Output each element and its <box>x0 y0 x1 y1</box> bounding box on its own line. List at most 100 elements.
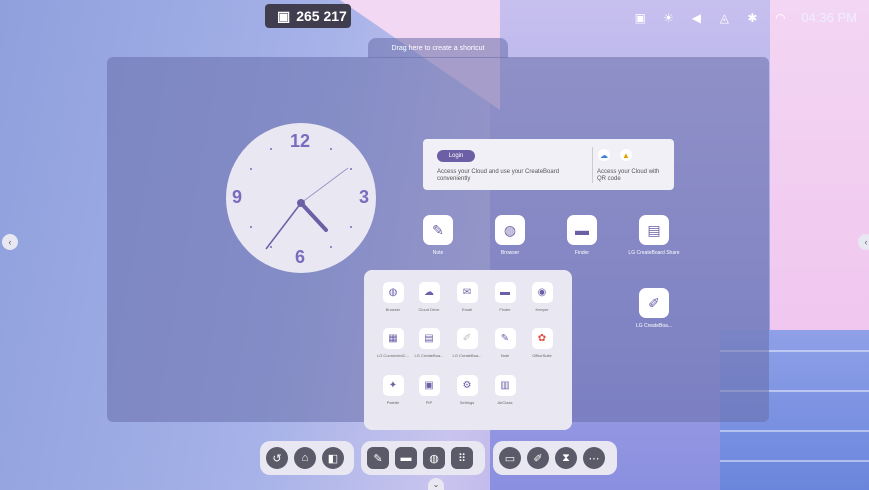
note-icon[interactable]: ✎ <box>367 447 389 469</box>
desktop-app-browser[interactable]: ◍ Browser <box>480 215 540 256</box>
shortcut-drop-zone[interactable]: Drag here to create a shortcut <box>368 38 508 58</box>
drawer-app[interactable]: ▥ AirClass <box>486 375 524 405</box>
app-label: LG CreateBoa... <box>414 353 444 358</box>
chevron-down-icon: ⌄ <box>432 479 440 489</box>
app-drawer: ◍ Browser ☁ Cloud Drive ✉ Email ▬ Finder ◉ Ke… <box>364 270 572 430</box>
apps-grid-icon[interactable]: ⠿ <box>451 447 473 469</box>
home-icon[interactable]: ⌂ <box>294 447 316 469</box>
clock-time: 04:36 PM <box>801 10 857 25</box>
wifi-icon[interactable]: ◠ <box>773 11 787 25</box>
clock-hands <box>265 167 349 250</box>
cloud-description: Access your Cloud and use your CreateBoa… <box>437 169 560 182</box>
dock-apps: ✎ ▬ ◍ ⠿ <box>361 441 485 475</box>
app-label: Note <box>432 250 444 256</box>
google-drive-icon[interactable]: ▲ <box>620 149 632 161</box>
counter-badge[interactable]: ▣ 265 217 <box>265 4 351 28</box>
brightness-icon[interactable]: ☀ <box>661 11 675 25</box>
counter-value: 265 217 <box>296 8 347 24</box>
dock-toggle[interactable]: ⌄ <box>428 478 444 490</box>
dock-tools: ▭ ✐ ⧗ ⋯ <box>493 441 617 475</box>
app-label: AirClass <box>497 400 513 405</box>
share-icon: ▤ <box>639 215 669 245</box>
note-icon: ✎ <box>423 215 453 245</box>
login-button[interactable]: Login <box>437 150 475 162</box>
app-label: Palette <box>386 400 400 405</box>
desktop-app-note[interactable]: ✎ Note <box>408 215 468 256</box>
app-label: Browser <box>385 307 401 312</box>
onedrive-icon[interactable]: ☁ <box>598 149 610 161</box>
dock-navigation: ↺ ⌂ ◧ <box>260 441 354 475</box>
finder-icon[interactable]: ▬ <box>395 447 417 469</box>
drawer-app[interactable]: ☁ Cloud Drive <box>410 282 448 312</box>
app-label: PIP <box>425 400 433 405</box>
desktop-app-share[interactable]: ▤ LG CreateBoard Share <box>624 215 684 256</box>
app-label: Cloud Drive <box>418 307 440 312</box>
desktop-app-createboard[interactable]: ✐ LG CreateBoa... <box>624 288 684 329</box>
drawer-app[interactable]: ◍ Browser <box>374 282 412 312</box>
cloud-login-card: Login Access your Cloud and use your Cre… <box>423 139 674 190</box>
analog-clock: 12 3 6 9 <box>226 123 376 273</box>
app-label: Keeper <box>535 307 549 312</box>
connected-icon: ▦ <box>382 328 404 349</box>
chevron-left-icon: ‹ <box>8 237 12 247</box>
app-label: LG CreateBoa... <box>452 353 482 358</box>
pip-icon: ▣ <box>418 375 440 396</box>
browser-icon[interactable]: ◍ <box>423 447 445 469</box>
desktop-app-finder[interactable]: ▬ Finder <box>552 215 612 256</box>
screen-share-icon[interactable]: ▭ <box>499 447 521 469</box>
network-icon[interactable]: ✱ <box>745 11 759 25</box>
drawer-app[interactable]: ◉ Keeper <box>523 282 561 312</box>
app-label: OfficeSuite <box>532 353 552 358</box>
app-label: Finder <box>499 307 511 312</box>
app-label: Note <box>500 353 510 358</box>
qr-description: Access your Cloud with QR code <box>597 169 660 182</box>
drawer-app[interactable]: ⚙ Settings <box>448 375 486 405</box>
divider <box>592 147 593 183</box>
app-label: LG ConnectedC... <box>376 353 410 358</box>
drawer-app[interactable]: ▬ Finder <box>486 282 524 312</box>
drive-icon[interactable]: ◬ <box>717 11 731 25</box>
pen-icon[interactable]: ✐ <box>527 447 549 469</box>
drawer-app[interactable]: ✐ LG CreateBoa... <box>448 328 486 358</box>
drawer-app[interactable]: ▦ LG ConnectedC... <box>374 328 412 358</box>
left-edge-handle[interactable]: ‹ <box>2 234 18 250</box>
browser-icon: ◍ <box>495 215 525 245</box>
folder-icon: ▬ <box>494 282 516 303</box>
drawer-app[interactable]: ✦ Palette <box>374 375 412 405</box>
screen-icon[interactable]: ▣ <box>633 11 647 25</box>
app-label: LG CreateBoard Share <box>628 250 680 256</box>
timer-icon[interactable]: ⧗ <box>555 447 577 469</box>
drawer-app[interactable]: ✉ Email <box>448 282 486 312</box>
drawer-app[interactable]: ▤ LG CreateBoa... <box>410 328 448 358</box>
back-icon[interactable]: ↺ <box>266 447 288 469</box>
status-bar: ▣ ☀ ◀ ◬ ✱ ◠ 04:36 PM <box>633 10 857 25</box>
app-label: Email <box>461 307 472 312</box>
split-icon[interactable]: ◧ <box>322 447 344 469</box>
volume-icon[interactable]: ◀ <box>689 11 703 25</box>
app-label: LG CreateBoa... <box>635 323 673 329</box>
background-shape <box>770 0 869 340</box>
drawer-app[interactable]: ✿ OfficeSuite <box>523 328 561 358</box>
note-icon: ✎ <box>494 328 516 349</box>
palette-icon: ✦ <box>382 375 404 396</box>
finder-icon: ▬ <box>567 215 597 245</box>
pen-icon: ✐ <box>456 328 478 349</box>
chevron-left-icon: ‹ <box>864 237 868 247</box>
app-label: Finder <box>574 250 590 256</box>
mail-icon: ✉ <box>456 282 478 303</box>
more-icon[interactable]: ⋯ <box>583 447 605 469</box>
cloud-icon: ☁ <box>418 282 440 303</box>
app-label: Browser <box>500 250 520 256</box>
right-edge-handle[interactable]: ‹ <box>858 234 869 250</box>
globe-icon: ◍ <box>382 282 404 303</box>
pen-icon: ✐ <box>639 288 669 318</box>
counter-icon: ▣ <box>277 7 291 24</box>
drawer-app[interactable]: ✎ Note <box>486 328 524 358</box>
app-label: Settings <box>459 400 475 405</box>
gear-icon: ⚙ <box>456 375 478 396</box>
airclass-icon: ▥ <box>494 375 516 396</box>
cast-icon: ▤ <box>418 328 440 349</box>
office-icon: ✿ <box>531 328 553 349</box>
keeper-icon: ◉ <box>531 282 553 303</box>
drawer-app[interactable]: ▣ PIP <box>410 375 448 405</box>
